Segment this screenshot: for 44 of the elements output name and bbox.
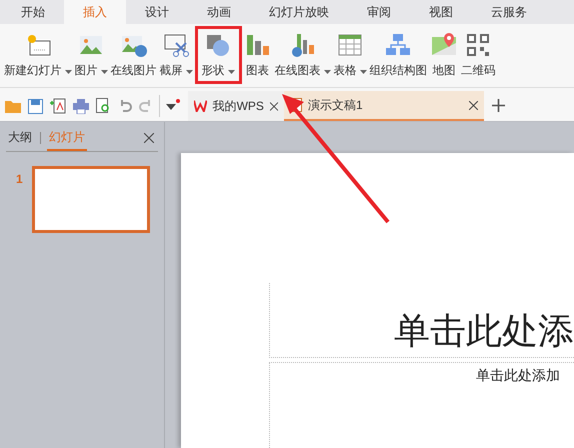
undo-icon[interactable] [118, 99, 132, 113]
document-tab-label: 我的WPS [212, 98, 264, 115]
close-icon[interactable] [469, 100, 478, 110]
caret-icon [324, 70, 330, 74]
ribbon-tab[interactable]: 幻灯片放映 [250, 0, 348, 24]
ribbon-button[interactable]: 截屏 [158, 26, 194, 84]
ribbon-tab[interactable]: 云服务 [472, 0, 546, 24]
ribbon-button[interactable]: 表格 [332, 26, 368, 84]
panel-tab[interactable]: 大纲 [6, 124, 34, 151]
ribbon-button[interactable]: 组织结构图 [368, 26, 428, 84]
ribbon-button[interactable]: 二维码 [460, 26, 496, 84]
document-tab[interactable]: 演示文稿1 [284, 91, 484, 121]
ribbon-tab[interactable]: 审阅 [348, 0, 410, 24]
ribbon-button[interactable]: 图表 [242, 26, 272, 84]
close-icon[interactable] [144, 132, 154, 142]
caret-icon [228, 70, 234, 74]
ribbon-tab[interactable]: 动画 [188, 0, 250, 24]
pdf-export-icon[interactable] [50, 98, 66, 114]
printer-icon[interactable] [73, 98, 89, 114]
wps-logo-icon [194, 100, 207, 112]
slide-subtitle: 单击此处添加 [476, 368, 560, 386]
ribbon-button[interactable]: 新建幻灯片 [3, 26, 72, 84]
ribbon-button[interactable]: 图片 [74, 26, 108, 84]
caret-icon [360, 70, 366, 74]
dropdown-icon[interactable] [166, 99, 180, 111]
slide-thumbnail[interactable] [32, 166, 150, 233]
document-tab-label: 演示文稿1 [308, 97, 364, 114]
slide-title: 单击此处添 [394, 313, 574, 349]
document-tab[interactable]: 我的WPS [188, 91, 284, 121]
add-tab-icon[interactable] [492, 99, 505, 112]
ribbon-tab[interactable]: 设计 [126, 0, 188, 24]
caret-icon [64, 70, 72, 74]
close-icon[interactable] [270, 102, 278, 110]
ribbon-tab[interactable]: 视图 [410, 0, 472, 24]
slide-number: 1 [16, 171, 23, 188]
print-preview-icon[interactable] [96, 98, 111, 114]
caret-icon [100, 70, 108, 74]
caret-icon [186, 70, 192, 74]
ribbon-tab[interactable]: 开始 [2, 0, 64, 24]
ribbon-button[interactable]: 在线图表 [274, 26, 332, 84]
ribbon-button[interactable]: 地图 [429, 26, 459, 84]
ribbon-button[interactable]: 形状 [194, 26, 242, 84]
save-icon[interactable] [28, 98, 43, 114]
ribbon-button[interactable]: 在线图片 [110, 26, 158, 84]
